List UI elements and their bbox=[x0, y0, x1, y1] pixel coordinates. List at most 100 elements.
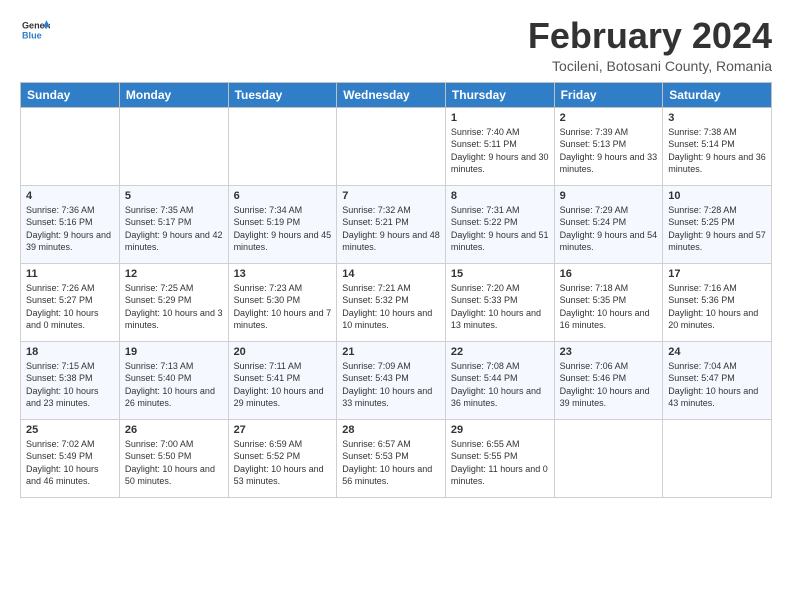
day-cell: 27 Sunrise: 6:59 AM Sunset: 5:52 PM Dayli… bbox=[228, 419, 337, 497]
day-number: 19 bbox=[125, 346, 223, 358]
day-info: Sunrise: 7:21 AM Sunset: 5:32 PM Dayligh… bbox=[342, 282, 440, 332]
week-row-1: 1Sunrise: 7:40 AM Sunset: 5:11 PM Daylig… bbox=[21, 107, 772, 185]
day-cell: 8Sunrise: 7:31 AM Sunset: 5:22 PM Daylig… bbox=[445, 185, 554, 263]
day-info: Sunrise: 7:23 AM Sunset: 5:30 PM Dayligh… bbox=[234, 282, 332, 332]
day-info: Sunrise: 7:34 AM Sunset: 5:19 PM Dayligh… bbox=[234, 204, 332, 254]
day-info: Sunrise: 7:31 AM Sunset: 5:22 PM Dayligh… bbox=[451, 204, 549, 254]
col-thursday: Thursday bbox=[445, 82, 554, 107]
day-cell bbox=[554, 419, 663, 497]
day-cell: 2 Sunrise: 7:39 AM Sunset: 5:13 PM Daylig… bbox=[554, 107, 663, 185]
col-saturday: Saturday bbox=[663, 82, 772, 107]
day-info: Sunrise: 7:35 AM Sunset: 5:17 PM Dayligh… bbox=[125, 204, 223, 254]
day-cell: 29 Sunrise: 6:55 AM Sunset: 5:55 PM Dayli… bbox=[445, 419, 554, 497]
day-number: 4 bbox=[26, 190, 114, 202]
week-row-4: 18Sunrise: 7:15 AM Sunset: 5:38 PM Dayli… bbox=[21, 341, 772, 419]
col-friday: Friday bbox=[554, 82, 663, 107]
week-row-3: 11 Sunrise: 7:26 AM Sunset: 5:27 PM Dayli… bbox=[21, 263, 772, 341]
day-number: 13 bbox=[234, 268, 332, 280]
day-info: Sunrise: 7:29 AM Sunset: 5:24 PM Dayligh… bbox=[560, 204, 658, 254]
day-info: Sunrise: 7:00 AM Sunset: 5:50 PM Dayligh… bbox=[125, 438, 223, 488]
day-info: Sunrise: 7:06 AM Sunset: 5:46 PM Dayligh… bbox=[560, 360, 658, 410]
day-cell: 21 Sunrise: 7:09 AM Sunset: 5:43 PM Dayli… bbox=[337, 341, 446, 419]
day-number: 7 bbox=[342, 190, 440, 202]
day-info: Sunrise: 7:39 AM Sunset: 5:13 PM Dayligh… bbox=[560, 126, 658, 176]
day-number: 5 bbox=[125, 190, 223, 202]
col-wednesday: Wednesday bbox=[337, 82, 446, 107]
day-cell: 20 Sunrise: 7:11 AM Sunset: 5:41 PM Dayli… bbox=[228, 341, 337, 419]
day-cell bbox=[228, 107, 337, 185]
day-number: 11 bbox=[26, 268, 114, 280]
day-cell bbox=[663, 419, 772, 497]
col-monday: Monday bbox=[119, 82, 228, 107]
day-cell: 5 Sunrise: 7:35 AM Sunset: 5:17 PM Daylig… bbox=[119, 185, 228, 263]
day-info: Sunrise: 7:02 AM Sunset: 5:49 PM Dayligh… bbox=[26, 438, 114, 488]
day-cell: 3 Sunrise: 7:38 AM Sunset: 5:14 PM Daylig… bbox=[663, 107, 772, 185]
page: General Blue February 2024 Tocileni, Bot… bbox=[0, 0, 792, 508]
day-info: Sunrise: 7:26 AM Sunset: 5:27 PM Dayligh… bbox=[26, 282, 114, 332]
logo: General Blue bbox=[20, 16, 50, 49]
day-cell: 19 Sunrise: 7:13 AM Sunset: 5:40 PM Dayli… bbox=[119, 341, 228, 419]
day-cell: 12 Sunrise: 7:25 AM Sunset: 5:29 PM Dayli… bbox=[119, 263, 228, 341]
day-number: 2 bbox=[560, 112, 658, 124]
col-tuesday: Tuesday bbox=[228, 82, 337, 107]
col-sunday: Sunday bbox=[21, 82, 120, 107]
day-cell: 24 Sunrise: 7:04 AM Sunset: 5:47 PM Dayli… bbox=[663, 341, 772, 419]
day-cell: 15 Sunrise: 7:20 AM Sunset: 5:33 PM Dayli… bbox=[445, 263, 554, 341]
day-number: 26 bbox=[125, 424, 223, 436]
day-number: 9 bbox=[560, 190, 658, 202]
day-info: Sunrise: 7:16 AM Sunset: 5:36 PM Dayligh… bbox=[668, 282, 766, 332]
day-number: 16 bbox=[560, 268, 658, 280]
day-info: Sunrise: 7:08 AM Sunset: 5:44 PM Dayligh… bbox=[451, 360, 549, 410]
day-cell bbox=[337, 107, 446, 185]
day-number: 20 bbox=[234, 346, 332, 358]
day-cell: 4Sunrise: 7:36 AM Sunset: 5:16 PM Daylig… bbox=[21, 185, 120, 263]
day-cell: 17 Sunrise: 7:16 AM Sunset: 5:36 PM Dayli… bbox=[663, 263, 772, 341]
day-cell: 26 Sunrise: 7:00 AM Sunset: 5:50 PM Dayli… bbox=[119, 419, 228, 497]
day-info: Sunrise: 6:55 AM Sunset: 5:55 PM Dayligh… bbox=[451, 438, 549, 488]
day-number: 28 bbox=[342, 424, 440, 436]
day-number: 22 bbox=[451, 346, 549, 358]
day-cell: 10 Sunrise: 7:28 AM Sunset: 5:25 PM Dayli… bbox=[663, 185, 772, 263]
day-info: Sunrise: 7:18 AM Sunset: 5:35 PM Dayligh… bbox=[560, 282, 658, 332]
day-info: Sunrise: 7:28 AM Sunset: 5:25 PM Dayligh… bbox=[668, 204, 766, 254]
location-subtitle: Tocileni, Botosani County, Romania bbox=[528, 58, 772, 74]
month-title: February 2024 bbox=[528, 16, 772, 56]
day-info: Sunrise: 7:04 AM Sunset: 5:47 PM Dayligh… bbox=[668, 360, 766, 410]
day-info: Sunrise: 7:40 AM Sunset: 5:11 PM Dayligh… bbox=[451, 126, 549, 176]
day-cell: 13 Sunrise: 7:23 AM Sunset: 5:30 PM Dayli… bbox=[228, 263, 337, 341]
day-cell: 28 Sunrise: 6:57 AM Sunset: 5:53 PM Dayli… bbox=[337, 419, 446, 497]
day-info: Sunrise: 7:09 AM Sunset: 5:43 PM Dayligh… bbox=[342, 360, 440, 410]
day-number: 27 bbox=[234, 424, 332, 436]
day-number: 3 bbox=[668, 112, 766, 124]
day-info: Sunrise: 7:32 AM Sunset: 5:21 PM Dayligh… bbox=[342, 204, 440, 254]
day-number: 10 bbox=[668, 190, 766, 202]
day-info: Sunrise: 7:20 AM Sunset: 5:33 PM Dayligh… bbox=[451, 282, 549, 332]
day-number: 21 bbox=[342, 346, 440, 358]
day-info: Sunrise: 7:38 AM Sunset: 5:14 PM Dayligh… bbox=[668, 126, 766, 176]
day-info: Sunrise: 7:11 AM Sunset: 5:41 PM Dayligh… bbox=[234, 360, 332, 410]
day-number: 25 bbox=[26, 424, 114, 436]
day-cell: 23Sunrise: 7:06 AM Sunset: 5:46 PM Dayli… bbox=[554, 341, 663, 419]
week-row-2: 4Sunrise: 7:36 AM Sunset: 5:16 PM Daylig… bbox=[21, 185, 772, 263]
day-cell bbox=[21, 107, 120, 185]
day-cell: 16 Sunrise: 7:18 AM Sunset: 5:35 PM Dayli… bbox=[554, 263, 663, 341]
header-row: Sunday Monday Tuesday Wednesday Thursday… bbox=[21, 82, 772, 107]
day-info: Sunrise: 6:57 AM Sunset: 5:53 PM Dayligh… bbox=[342, 438, 440, 488]
svg-text:Blue: Blue bbox=[22, 30, 42, 40]
day-cell: 7 Sunrise: 7:32 AM Sunset: 5:21 PM Daylig… bbox=[337, 185, 446, 263]
day-number: 6 bbox=[234, 190, 332, 202]
day-cell bbox=[119, 107, 228, 185]
day-cell: 6 Sunrise: 7:34 AM Sunset: 5:19 PM Daylig… bbox=[228, 185, 337, 263]
logo-icon: General Blue bbox=[22, 16, 50, 44]
day-number: 17 bbox=[668, 268, 766, 280]
day-number: 18 bbox=[26, 346, 114, 358]
day-info: Sunrise: 7:13 AM Sunset: 5:40 PM Dayligh… bbox=[125, 360, 223, 410]
day-cell: 25 Sunrise: 7:02 AM Sunset: 5:49 PM Dayli… bbox=[21, 419, 120, 497]
day-info: Sunrise: 7:25 AM Sunset: 5:29 PM Dayligh… bbox=[125, 282, 223, 332]
calendar-table: Sunday Monday Tuesday Wednesday Thursday… bbox=[20, 82, 772, 498]
day-number: 12 bbox=[125, 268, 223, 280]
day-number: 29 bbox=[451, 424, 549, 436]
day-number: 15 bbox=[451, 268, 549, 280]
day-info: Sunrise: 6:59 AM Sunset: 5:52 PM Dayligh… bbox=[234, 438, 332, 488]
day-number: 24 bbox=[668, 346, 766, 358]
